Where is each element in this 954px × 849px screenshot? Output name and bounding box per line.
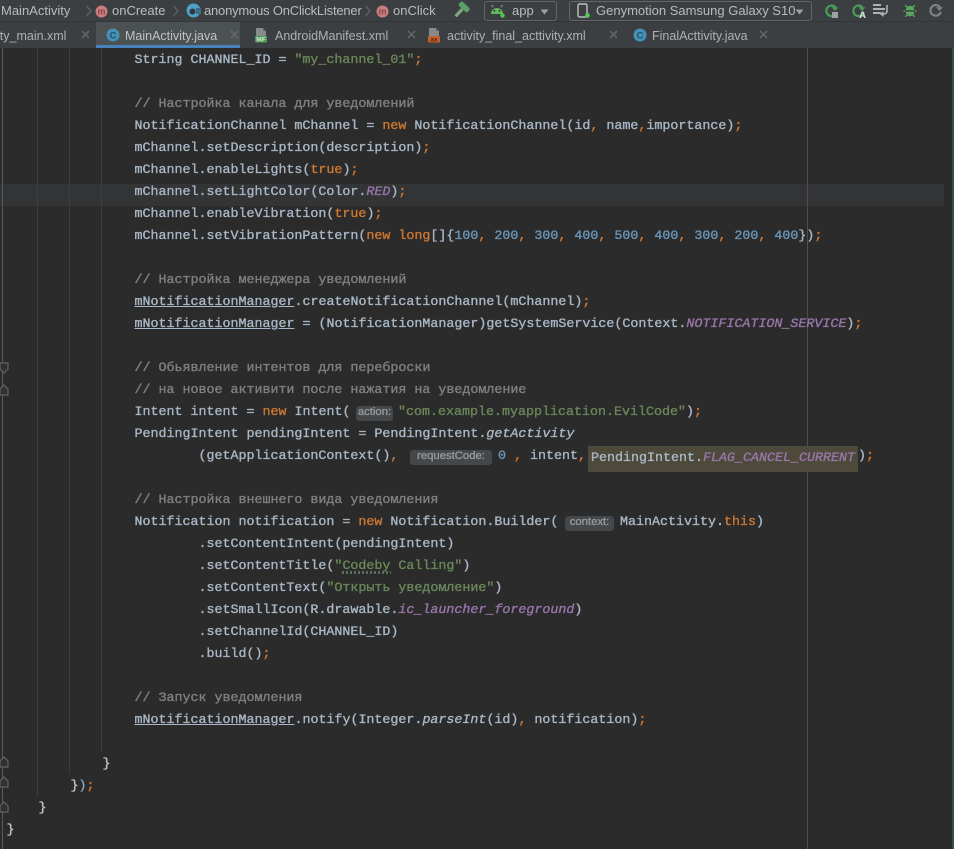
svg-text:C: C <box>637 31 644 42</box>
svg-text:A: A <box>859 10 866 19</box>
svg-text:C: C <box>110 31 117 42</box>
svg-text:m: m <box>97 6 105 16</box>
svg-text:m: m <box>378 6 386 16</box>
svg-text:MF: MF <box>256 37 265 44</box>
svg-text:ax: ax <box>430 37 438 44</box>
